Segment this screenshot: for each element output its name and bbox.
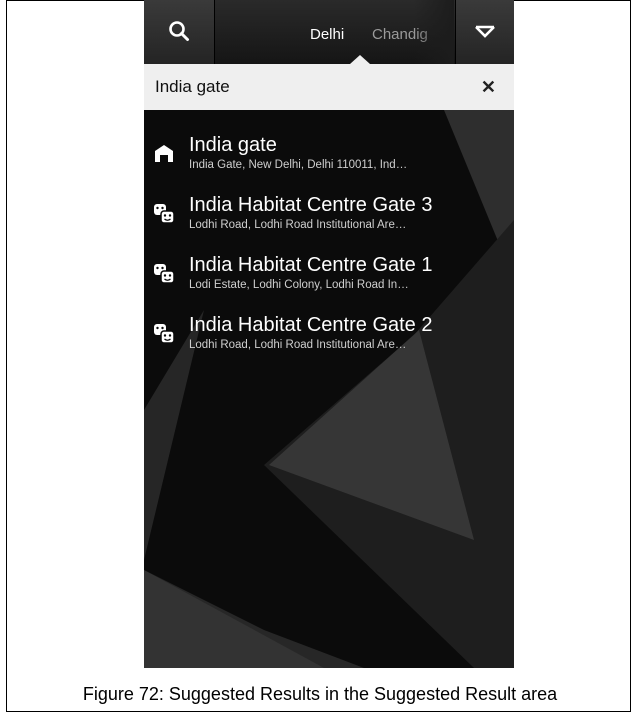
result-title: India gate [189,134,277,156]
theater-masks-icon [154,324,175,344]
result-item[interactable]: India Habitat Centre Gate 2 Lodhi Road, … [144,304,514,362]
theater-masks-icon [154,264,175,284]
close-icon[interactable]: ✕ [481,77,496,97]
result-title: India Habitat Centre Gate 2 [189,314,433,336]
bg-shard [144,570,364,668]
result-subtitle: Lodi Estate, Lodhi Colony, Lodhi Road In… [189,279,409,291]
search-input[interactable] [155,77,455,97]
city-tabs: Delhi Chandig [216,0,454,64]
result-subtitle: India Gate, New Delhi, Delhi 110011, Ind… [189,159,408,171]
menu-button[interactable] [455,0,514,64]
result-title: India Habitat Centre Gate 3 [189,194,433,216]
tab-delhi[interactable]: Delhi [310,26,344,43]
result-subtitle: Lodhi Road, Lodhi Road Institutional Are… [189,339,407,351]
tabs-fade [414,0,454,64]
figure-caption: Figure 72: Suggested Results in the Sugg… [82,684,558,704]
monument-icon [155,145,173,162]
search-button[interactable] [144,0,215,64]
result-item[interactable]: India gate India Gate, New Delhi, Delhi … [144,124,514,182]
top-bar: Delhi Chandig [144,0,514,64]
result-subtitle: Lodhi Road, Lodhi Road Institutional Are… [189,219,407,231]
theater-masks-icon [154,204,175,224]
phone-screen: Delhi Chandig ✕ India gate India Gate, N… [144,0,514,668]
chevron-down-icon [475,25,495,38]
result-item[interactable]: India Habitat Centre Gate 3 Lodhi Road, … [144,184,514,242]
result-item[interactable]: India Habitat Centre Gate 1 Lodi Estate,… [144,244,514,302]
search-bar: ✕ [144,64,514,110]
search-icon [169,21,189,41]
result-title: India Habitat Centre Gate 1 [189,254,433,276]
active-tab-indicator [350,55,370,64]
